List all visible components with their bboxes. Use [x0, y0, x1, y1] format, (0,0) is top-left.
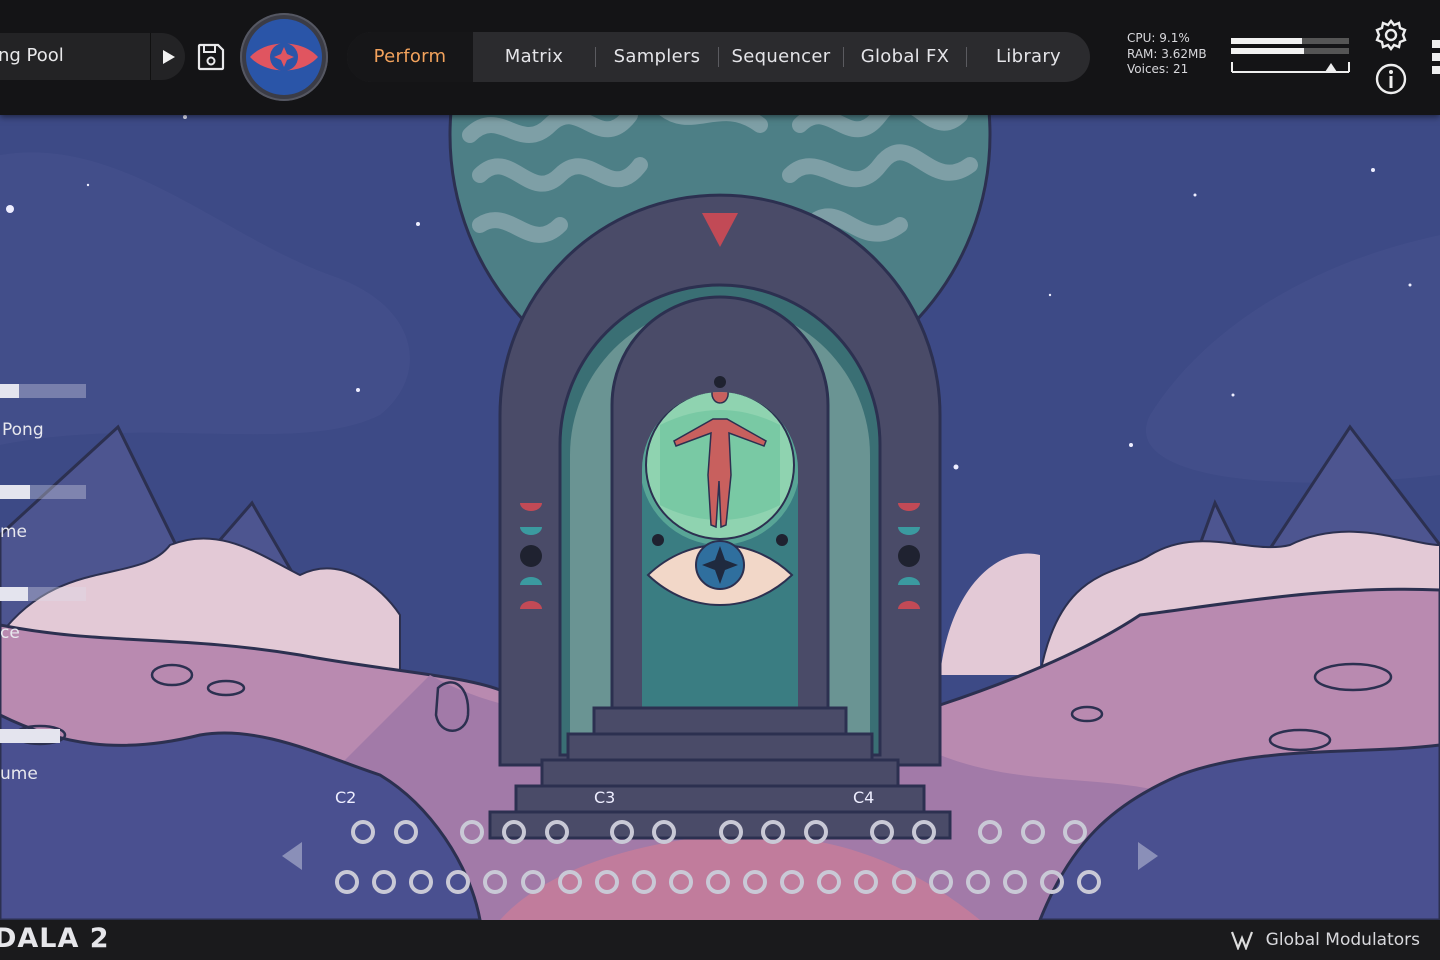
eye-logo-icon [246, 19, 322, 95]
white-key[interactable] [743, 870, 768, 894]
side-label-2: me [0, 522, 28, 542]
tab-matrix[interactable]: Matrix [473, 32, 595, 82]
black-key[interactable] [719, 820, 743, 844]
side-slider-2[interactable] [0, 485, 86, 499]
black-key[interactable] [870, 820, 894, 844]
black-key[interactable] [761, 820, 785, 844]
save-button[interactable] [196, 42, 226, 72]
play-icon [162, 49, 175, 64]
white-key[interactable] [928, 870, 953, 894]
side-slider-1-fill [0, 384, 19, 398]
black-key[interactable] [351, 820, 375, 844]
arrow-right-icon[interactable] [1136, 840, 1160, 872]
preset-selector[interactable]: ng Pool [0, 33, 185, 80]
side-label-4: ume [0, 764, 38, 784]
black-key[interactable] [912, 820, 936, 844]
black-key[interactable] [1063, 820, 1087, 844]
white-key[interactable] [335, 870, 359, 894]
tab-sequencer[interactable]: Sequencer [719, 32, 843, 82]
white-key[interactable] [372, 870, 397, 894]
octave-label-c3: C3 [594, 788, 616, 807]
play-button[interactable] [150, 33, 186, 80]
white-key[interactable] [780, 870, 805, 894]
white-key[interactable] [891, 870, 916, 894]
side-label-1: Pong [2, 420, 44, 440]
meter-right-fill [1231, 48, 1305, 54]
modulator-logo-icon [1230, 931, 1253, 950]
white-key[interactable] [409, 870, 434, 894]
info-button[interactable] [1374, 62, 1408, 96]
white-key[interactable] [965, 870, 990, 894]
volume-handle-icon [1325, 63, 1337, 72]
black-key[interactable] [610, 820, 634, 844]
voice-count: Voices: 21 [1127, 62, 1189, 76]
info-icon [1375, 63, 1407, 95]
menu-icon[interactable] [1430, 40, 1440, 74]
white-key[interactable] [631, 870, 656, 894]
settings-button[interactable] [1374, 18, 1408, 52]
volume-slider[interactable] [1231, 60, 1351, 74]
gear-icon [1375, 19, 1407, 51]
tab-matrix-label: Matrix [504, 46, 564, 67]
meter-left-fill [1231, 38, 1302, 44]
octave-label-c4: C4 [853, 788, 875, 807]
side-slider-4[interactable] [0, 729, 60, 743]
tab-library-label: Library [995, 46, 1062, 67]
side-slider-3-fill [0, 587, 29, 601]
white-key[interactable] [1002, 870, 1027, 894]
meter-right [1231, 48, 1349, 54]
tab-library[interactable]: Library [967, 32, 1090, 82]
global-modulators-label: Global Modulators [1265, 930, 1420, 950]
output-meter[interactable] [1231, 38, 1351, 74]
black-key[interactable] [502, 820, 526, 844]
black-key[interactable] [460, 820, 484, 844]
save-icon [197, 43, 225, 71]
white-key[interactable] [1077, 870, 1101, 894]
ram-usage: RAM: 3.62MB [1127, 46, 1207, 61]
side-slider-1[interactable] [0, 384, 86, 398]
white-key[interactable] [594, 870, 619, 894]
side-slider-4-fill [0, 729, 60, 743]
tab-perform[interactable]: Perform [347, 32, 473, 82]
system-stats: CPU: 9.1% RAM: 3.62MB Voices: 21 [1127, 31, 1207, 78]
black-key[interactable] [652, 820, 676, 844]
scene-illustration [0, 0, 1440, 922]
top-bar: ng Pool Perform Matrix Samplers Sequence… [0, 0, 1440, 115]
side-label-3: ce [0, 623, 20, 643]
tab-samplers-label: Samplers [613, 46, 701, 67]
tab-samplers[interactable]: Samplers [596, 32, 718, 82]
tab-global-fx[interactable]: Global FX [844, 32, 966, 82]
side-slider-2-fill [0, 485, 31, 499]
meter-left [1231, 38, 1349, 44]
tab-sequencer-label: Sequencer [731, 46, 831, 67]
black-key[interactable] [1021, 820, 1045, 844]
black-key[interactable] [545, 820, 569, 844]
white-key[interactable] [557, 870, 582, 894]
black-key[interactable] [804, 820, 828, 844]
preset-name[interactable]: ng Pool [0, 45, 64, 66]
tab-global-fx-label: Global FX [860, 46, 950, 67]
arrow-left-icon[interactable] [280, 840, 304, 872]
bottom-bar: DALA 2 Global Modulators [0, 920, 1440, 960]
eye-logo-button[interactable] [240, 13, 328, 101]
side-slider-3[interactable] [0, 587, 86, 601]
white-key[interactable] [668, 870, 693, 894]
white-key[interactable] [1039, 870, 1064, 894]
cpu-usage: CPU: 9.1% [1127, 31, 1190, 45]
tab-perform-label: Perform [373, 46, 447, 67]
white-key[interactable] [706, 870, 730, 894]
black-key[interactable] [394, 820, 418, 844]
white-key[interactable] [520, 870, 545, 894]
global-modulators-button[interactable]: Global Modulators [1230, 920, 1420, 960]
main-nav: Perform Matrix Samplers Sequencer Global… [347, 32, 1090, 82]
brand-logo: DALA 2 [0, 923, 110, 954]
black-key[interactable] [978, 820, 1002, 844]
octave-label-c2: C2 [335, 788, 357, 807]
